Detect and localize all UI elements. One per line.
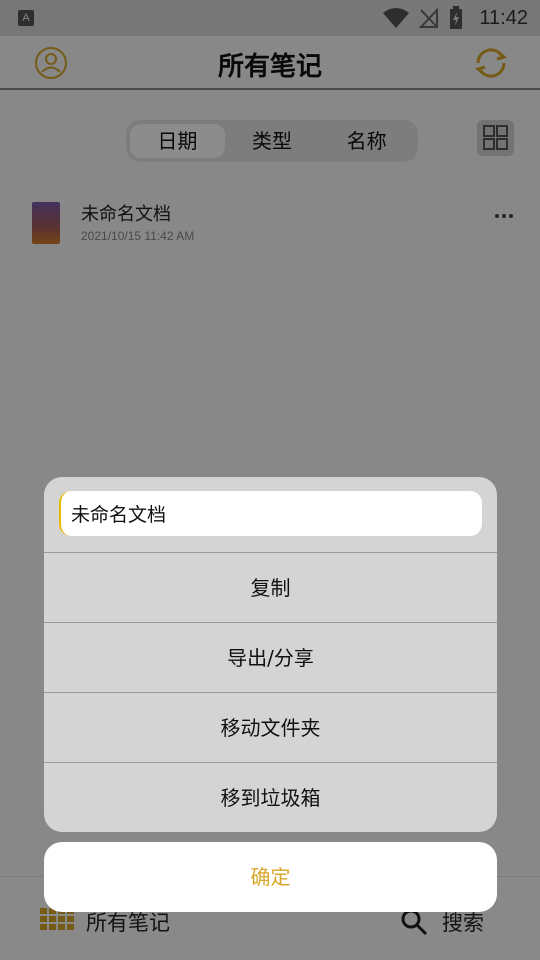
action-sheet: 复制 导出/分享 移动文件夹 移到垃圾箱 <box>44 477 497 832</box>
export-share-button[interactable]: 导出/分享 <box>44 622 497 692</box>
confirm-button[interactable]: 确定 <box>44 842 497 912</box>
move-folder-button[interactable]: 移动文件夹 <box>44 692 497 762</box>
rename-input[interactable] <box>59 491 482 536</box>
copy-button[interactable]: 复制 <box>44 552 497 622</box>
move-to-trash-button[interactable]: 移到垃圾箱 <box>44 762 497 832</box>
rename-field-container <box>59 491 482 536</box>
